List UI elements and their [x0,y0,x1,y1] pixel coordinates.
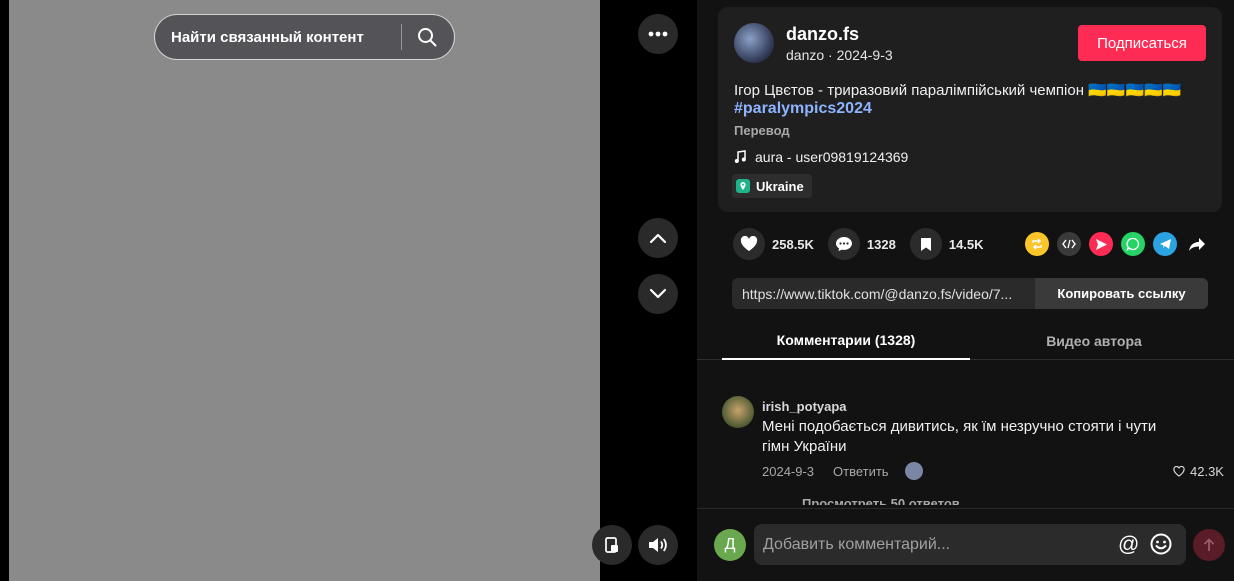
location-tag[interactable]: Ukraine [732,174,812,198]
telegram-icon[interactable] [1153,232,1177,256]
comment-like-count: 42.3K [1190,464,1224,479]
post-comment-button[interactable] [1193,529,1225,561]
comment-like-button[interactable]: 42.3K [1173,464,1224,479]
chevron-up-icon [649,233,667,244]
repost-icon[interactable] [1025,232,1049,256]
share-link-box: https://www.tiktok.com/@danzo.fs/video/7… [732,278,1208,309]
post-info-card: danzo.fs danzo · 2024-9-3 Подписаться Іг… [718,7,1222,212]
comment-icon[interactable] [827,228,860,260]
heart-icon[interactable] [733,228,765,260]
mention-icon[interactable]: @ [1118,533,1139,557]
like-stat[interactable]: 258.5K [733,228,814,260]
meta-separator: · [828,47,837,63]
commenter-avatar[interactable] [722,396,754,428]
picture-in-picture-button[interactable] [592,525,632,565]
current-user-avatar[interactable]: Д [714,529,746,561]
creator-liked-avatar [905,462,923,480]
save-count: 14.5K [948,236,984,252]
reply-button[interactable]: Ответить [833,464,889,479]
emoji-icon[interactable] [1149,532,1173,561]
previous-video-button[interactable] [638,218,678,258]
author-meta: danzo · 2024-9-3 [786,47,893,63]
comment-date: 2024-9-3 [762,464,815,479]
commenter-username[interactable]: irish_potyapa [762,399,847,414]
comment-count: 1328 [866,236,896,252]
panel-tabs: Комментарии (1328) Видео автора [697,322,1234,360]
author-avatar[interactable] [734,23,774,63]
details-panel: danzo.fs danzo · 2024-9-3 Подписаться Іг… [697,0,1234,581]
send-icon[interactable] [1089,232,1113,256]
share-options [1025,232,1209,256]
description-flags: 🇺🇦🇺🇦🇺🇦🇺🇦🇺🇦 [1088,82,1182,99]
related-search-box[interactable]: Найти связанный контент [154,14,455,60]
share-arrow-icon[interactable] [1185,232,1209,256]
pip-icon [605,537,618,553]
sound-button[interactable] [638,525,678,565]
description-text: Ігор Цвєтов - триразовий паралімпійський… [734,82,1089,99]
tab-comments[interactable]: Комментарии (1328) [722,322,970,360]
engagement-stats: 258.5K 1328 14.5K [733,227,998,261]
whatsapp-icon[interactable] [1121,232,1145,256]
copy-link-button[interactable]: Копировать ссылку [1035,278,1208,309]
more-options-button[interactable] [638,14,678,54]
location-label: Ukraine [756,178,804,194]
author-username[interactable]: danzo.fs [786,24,859,45]
embed-icon[interactable] [1057,232,1081,256]
more-dots-icon [648,31,668,37]
chevron-down-icon [649,288,667,299]
post-date: 2024-9-3 [836,47,893,63]
post-description: Ігор Цвєтов - триразовий паралімпійський… [734,80,1204,101]
related-search-label[interactable]: Найти связанный контент [171,29,401,46]
view-replies-button[interactable]: Просмотреть 50 ответов [802,496,960,505]
follow-button[interactable]: Подписаться [1078,25,1206,61]
like-count: 258.5K [772,236,814,252]
hashtag-link[interactable]: #paralympics2024 [734,100,872,118]
music-link[interactable]: aura - user09819124369 [734,149,908,165]
video-player[interactable]: Найти связанный контент [0,0,697,581]
comment-input[interactable] [763,535,1115,554]
search-icon[interactable] [402,14,452,60]
music-note-icon [734,150,746,163]
tab-author-videos[interactable]: Видео автора [970,322,1218,360]
location-pin-icon [736,179,750,193]
comment-input-box[interactable]: @ [754,524,1186,565]
arrow-up-icon [1203,538,1215,551]
comment-stat[interactable]: 1328 [827,228,896,260]
volume-icon [649,538,667,552]
heart-outline-icon [1173,466,1185,477]
author-nickname: danzo [786,47,825,63]
comment-text: Мені подобається дивитись, як їм незручн… [762,418,1157,455]
music-title: aura - user09819124369 [755,149,909,165]
bookmark-icon[interactable] [909,228,942,260]
save-stat[interactable]: 14.5K [909,228,984,260]
translate-button[interactable]: Перевод [734,123,790,138]
video-url[interactable]: https://www.tiktok.com/@danzo.fs/video/7… [732,286,1035,302]
next-video-button[interactable] [638,274,678,314]
video-frame[interactable] [9,0,600,581]
comment-composer: Д @ [697,508,1234,581]
